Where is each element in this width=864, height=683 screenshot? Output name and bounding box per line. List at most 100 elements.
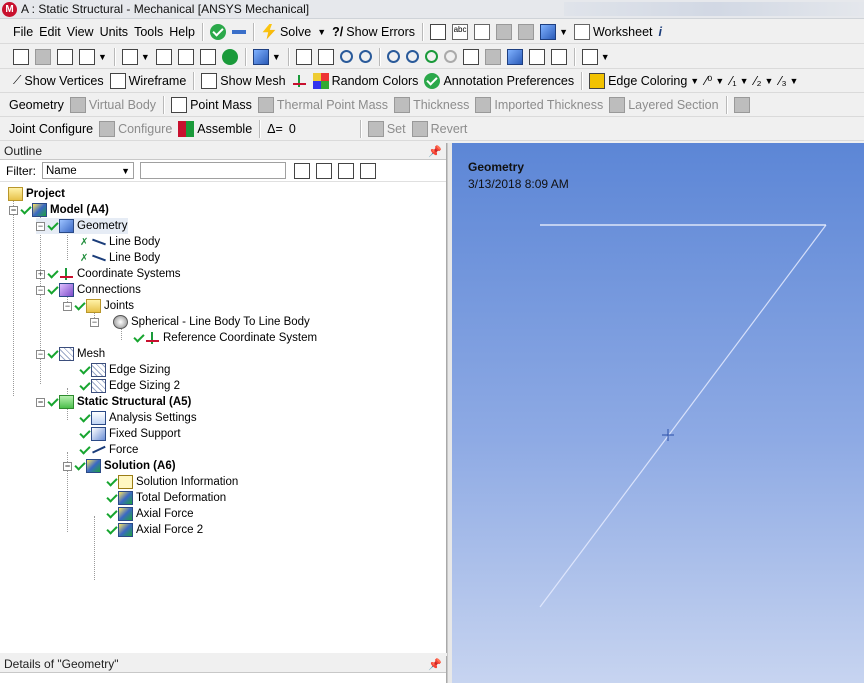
expand-icon[interactable]: + — [36, 269, 45, 279]
tree-node-mesh[interactable]: − Mesh — [36, 346, 105, 362]
collapse-icon[interactable]: − — [90, 317, 99, 327]
tag-button[interactable] — [548, 47, 570, 67]
tree-node-static-structural[interactable]: − Static Structural (A5) — [36, 394, 191, 410]
show-errors-button[interactable]: ?/Show Errors — [329, 22, 418, 42]
zoom-out-button[interactable] — [441, 47, 460, 67]
axes-button[interactable] — [289, 71, 310, 91]
info-button[interactable]: i — [656, 22, 665, 42]
configure-button[interactable]: Configure — [96, 119, 175, 139]
line-body-diagonal[interactable] — [539, 224, 827, 608]
view-select-button[interactable]: ▼ — [537, 22, 571, 42]
tree-node-line-body-2[interactable]: ✗ Line Body — [80, 250, 160, 266]
menu-file[interactable]: File — [10, 22, 36, 42]
menu-units[interactable]: Units — [97, 22, 131, 42]
select-mode-button[interactable]: ▼ — [76, 47, 110, 67]
solve-button[interactable]: Solve — [258, 22, 314, 42]
filter-search-input[interactable] — [140, 162, 286, 179]
filter-erase-icon[interactable] — [316, 162, 332, 179]
vertex-filter-button[interactable] — [153, 47, 175, 67]
annotation-preferences-button[interactable]: Annotation Preferences — [421, 71, 577, 91]
magnifier-button[interactable] — [403, 47, 422, 67]
iso-view-button[interactable] — [460, 47, 482, 67]
extend-button[interactable]: ▼ — [250, 47, 284, 67]
face-filter-button[interactable] — [197, 47, 219, 67]
validate-button[interactable] — [207, 22, 229, 42]
show-vertices-button[interactable]: ⟋ Show Vertices — [10, 71, 107, 91]
filter-arrow-icon[interactable] — [338, 162, 354, 179]
menu-edit[interactable]: Edit — [36, 22, 64, 42]
select-point-button[interactable] — [10, 47, 32, 67]
tree-node-analysis-settings[interactable]: Analysis Settings — [80, 410, 197, 426]
tree-node-force[interactable]: Force — [80, 442, 138, 458]
tree-node-fixed-support[interactable]: Fixed Support — [80, 426, 181, 442]
tree-node-axial-force[interactable]: Axial Force — [107, 506, 194, 522]
collapse-icon[interactable]: − — [63, 461, 72, 471]
expand-all-icon[interactable] — [360, 162, 376, 179]
tree-node-joints[interactable]: − Joints — [63, 298, 134, 314]
abc-button[interactable]: abc — [449, 22, 471, 42]
edge-style-3-button[interactable]: ⁄₂ ▼ — [751, 71, 776, 91]
thermal-point-mass-button[interactable]: Thermal Point Mass — [255, 95, 391, 115]
select-xyz-button[interactable] — [54, 47, 76, 67]
edge-style-1-button[interactable]: ⁄⁰ ▼ — [702, 71, 727, 91]
tree-node-model[interactable]: − Model (A4) — [9, 202, 109, 218]
layered-section-button[interactable]: Layered Section — [606, 95, 721, 115]
toolbox-button[interactable] — [515, 22, 537, 42]
zoom-button[interactable] — [337, 47, 356, 67]
refresh-filter-icon[interactable] — [294, 162, 310, 179]
wireframe-button[interactable]: Wireframe — [107, 71, 190, 91]
window-layout-button[interactable]: ▼ — [579, 47, 613, 67]
edge-coloring-button[interactable]: Edge Coloring ▼ — [586, 71, 702, 91]
tree-node-edge-sizing[interactable]: Edge Sizing — [80, 362, 170, 378]
pointer-button[interactable]: ▼ — [119, 47, 153, 67]
box-zoom-button[interactable] — [356, 47, 375, 67]
assemble-button[interactable]: Assemble — [175, 119, 255, 139]
tree-node-solution[interactable]: − Solution (A6) — [63, 458, 176, 474]
menu-help[interactable]: Help — [166, 22, 198, 42]
edge-filter-button[interactable] — [175, 47, 197, 67]
tree-nav-button[interactable] — [229, 22, 249, 42]
delta-value[interactable]: 0 — [286, 119, 356, 139]
tree-node-spherical-joint[interactable]: − Spherical - Line Body To Line Body — [90, 314, 310, 330]
solve-dropdown[interactable]: ▼ — [314, 22, 329, 42]
show-mesh-button[interactable]: Show Mesh — [198, 71, 288, 91]
tree-node-geometry[interactable]: − Geometry — [36, 218, 128, 234]
previous-view-button[interactable] — [482, 47, 504, 67]
tree-node-reference-coordinate-system[interactable]: Reference Coordinate System — [134, 330, 317, 346]
imported-thickness-button[interactable]: Imported Thickness — [472, 95, 606, 115]
tree-node-line-body[interactable]: ✗ Line Body — [80, 234, 160, 250]
tree-node-solution-information[interactable]: Solution Information — [107, 474, 238, 490]
body-filter-button[interactable] — [219, 47, 241, 67]
tree-node-coordinate-systems[interactable]: + Coordinate Systems — [36, 266, 181, 282]
units-button[interactable] — [427, 22, 449, 42]
clip-button[interactable] — [526, 47, 548, 67]
thickness-button[interactable]: Thickness — [391, 95, 472, 115]
tree-node-project[interactable]: Project — [8, 186, 65, 202]
geometry-canvas[interactable] — [452, 143, 864, 683]
collapse-icon[interactable]: − — [36, 221, 45, 231]
tree-node-edge-sizing-2[interactable]: Edge Sizing 2 — [80, 378, 180, 394]
revert-button[interactable]: Revert — [409, 119, 471, 139]
extra-geometry-button[interactable] — [731, 95, 753, 115]
menu-tools[interactable]: Tools — [131, 22, 166, 42]
hand-button[interactable] — [493, 22, 515, 42]
next-view-button[interactable] — [504, 47, 526, 67]
point-mass-button[interactable]: Point Mass — [168, 95, 255, 115]
chart-button[interactable] — [471, 22, 493, 42]
collapse-icon[interactable]: − — [36, 397, 45, 407]
pin-icon[interactable]: 📌 — [428, 145, 442, 158]
zoom-green-button[interactable] — [422, 47, 441, 67]
collapse-icon[interactable]: − — [36, 285, 45, 295]
pan-button[interactable] — [315, 47, 337, 67]
worksheet-button[interactable]: Worksheet — [571, 22, 656, 42]
graphics-viewport[interactable]: Geometry 3/13/2018 8:09 AM — [452, 143, 864, 683]
collapse-icon[interactable]: − — [36, 349, 45, 359]
select-edge-button[interactable] — [32, 47, 54, 67]
tree-node-total-deformation[interactable]: Total Deformation — [107, 490, 226, 506]
virtual-body-button[interactable]: Virtual Body — [67, 95, 159, 115]
collapse-icon[interactable]: − — [9, 205, 18, 215]
zoom-to-fit-button[interactable] — [384, 47, 403, 67]
edge-style-2-button[interactable]: ⁄₁ ▼ — [727, 71, 751, 91]
rotate-button[interactable] — [293, 47, 315, 67]
menu-view[interactable]: View — [64, 22, 97, 42]
